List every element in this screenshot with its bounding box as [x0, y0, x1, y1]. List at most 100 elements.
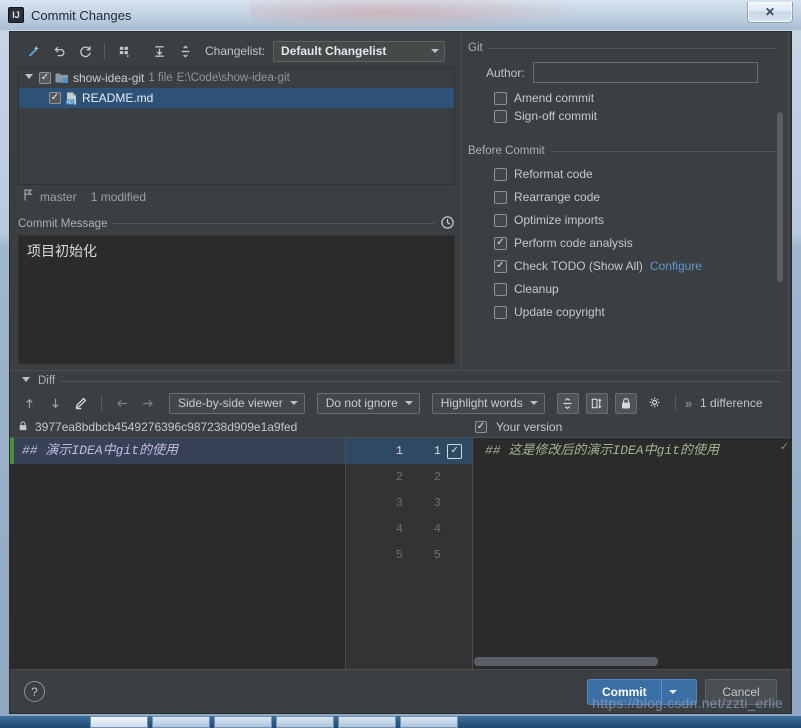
file-name: README.md	[82, 91, 153, 105]
update-copyright-row[interactable]: Update copyright	[494, 305, 787, 319]
cleanup-row[interactable]: Cleanup	[494, 282, 787, 296]
dialog-footer: ? Commit Cancel https://blog.csdn.net/zz…	[10, 669, 791, 713]
window-title: Commit Changes	[31, 8, 131, 23]
show-whitespace-icon[interactable]	[586, 393, 608, 414]
chevron-down-icon[interactable]	[23, 72, 35, 84]
diff-left-editor[interactable]: ## 演示IDEA中git的使用	[10, 438, 346, 669]
viewer-mode-select[interactable]: Side-by-side viewer	[169, 393, 305, 414]
ignore-mode-select[interactable]: Do not ignore	[317, 393, 420, 414]
arrow-right-icon[interactable]	[137, 392, 159, 414]
modified-marker-icon: ✓	[780, 440, 789, 453]
taskbar-item[interactable]	[152, 716, 210, 728]
commit-button[interactable]: Commit	[587, 679, 697, 705]
lock-icon	[18, 420, 28, 435]
optimize-imports-checkbox[interactable]	[494, 214, 507, 227]
taskbar-item[interactable]	[400, 716, 458, 728]
taskbar-item[interactable]	[276, 716, 334, 728]
gutter-left-num: 5	[346, 548, 403, 562]
expand-all-icon[interactable]	[147, 40, 171, 62]
taskbar-item[interactable]	[214, 716, 272, 728]
perform-code-analysis-checkbox[interactable]: ✓	[494, 237, 507, 250]
diff-section-title: Diff	[38, 375, 55, 387]
highlight-mode-value: Highlight words	[441, 396, 523, 410]
clock-history-icon[interactable]	[440, 215, 455, 233]
commit-message-label: Commit Message	[18, 218, 107, 230]
update-copyright-checkbox[interactable]	[494, 306, 507, 319]
rearrange-code-row[interactable]: Rearrange code	[494, 190, 787, 204]
diff-left-line-1: ## 演示IDEA中git的使用	[10, 438, 345, 464]
gutter-row: 2 2	[346, 464, 472, 490]
tree-row-file[interactable]: ✓ MD README.md	[19, 88, 454, 108]
check-todo-row[interactable]: ✓ Check TODO (Show All) Configure	[494, 259, 787, 273]
configure-todo-link[interactable]: Configure	[650, 259, 702, 273]
group-by-icon[interactable]	[112, 40, 136, 62]
changed-files-tree[interactable]: ✓ show-idea-git 1 file E:\Code\show-idea…	[18, 67, 455, 185]
chevron-down-icon	[290, 401, 298, 405]
chevron-down-icon[interactable]	[20, 375, 32, 387]
commit-message-header: Commit Message	[18, 213, 455, 235]
viewer-mode-value: Side-by-side viewer	[178, 396, 283, 410]
options-scrollbar[interactable]	[777, 64, 783, 364]
author-row: Author:	[486, 62, 787, 83]
optimize-imports-row[interactable]: Optimize imports	[494, 213, 787, 227]
help-button[interactable]: ?	[24, 681, 45, 702]
sign-off-commit-checkbox[interactable]	[494, 110, 507, 123]
cleanup-label: Cleanup	[514, 282, 559, 296]
reformat-code-row[interactable]: Reformat code	[494, 167, 787, 181]
modified-count: 1 modified	[91, 190, 146, 204]
cancel-button[interactable]: Cancel	[705, 679, 777, 705]
collapse-all-icon[interactable]	[173, 40, 197, 62]
amend-commit-row[interactable]: Amend commit	[494, 91, 787, 105]
arrow-down-icon[interactable]	[44, 392, 66, 414]
changelist-select[interactable]: Default Changelist	[273, 41, 445, 62]
highlight-mode-select[interactable]: Highlight words	[432, 393, 545, 414]
chevron-down-icon	[431, 49, 439, 53]
your-version-label: Your version	[496, 420, 562, 434]
root-file-count: 1 file	[148, 72, 172, 84]
close-icon[interactable]: ✕	[747, 2, 793, 23]
check-todo-checkbox[interactable]: ✓	[494, 260, 507, 273]
gutter-left-num: 1	[346, 444, 403, 458]
root-name: show-idea-git	[73, 71, 144, 85]
refresh-icon[interactable]	[73, 40, 97, 62]
tree-row-root[interactable]: ✓ show-idea-git 1 file E:\Code\show-idea…	[19, 68, 454, 88]
branch-name[interactable]: master	[40, 190, 77, 204]
chevrons-right-icon[interactable]: »	[685, 396, 692, 411]
perform-code-analysis-row[interactable]: ✓ Perform code analysis	[494, 236, 787, 250]
chevron-down-icon	[405, 401, 413, 405]
cleanup-checkbox[interactable]	[494, 283, 507, 296]
arrow-left-icon[interactable]	[111, 392, 133, 414]
gutter-row[interactable]: 1 1 ✓	[346, 438, 472, 464]
branch-icon	[22, 188, 34, 205]
author-label: Author:	[486, 66, 525, 80]
sign-off-commit-row[interactable]: Sign-off commit	[494, 109, 787, 123]
amend-commit-checkbox[interactable]	[494, 92, 507, 105]
lock-icon[interactable]	[615, 393, 637, 414]
file-checkbox[interactable]: ✓	[49, 92, 61, 104]
changelist-label: Changelist:	[205, 44, 265, 58]
diff-horizontal-scrollbar[interactable]	[474, 657, 781, 666]
arrow-up-icon[interactable]	[18, 392, 40, 414]
author-field[interactable]	[533, 62, 758, 83]
your-version-checkbox[interactable]: ✓	[475, 421, 487, 433]
taskbar-item[interactable]	[338, 716, 396, 728]
accept-change-checkbox[interactable]: ✓	[447, 444, 462, 459]
rearrange-code-label: Rearrange code	[514, 190, 600, 204]
chevron-down-icon[interactable]	[661, 680, 685, 704]
collapse-unchanged-icon[interactable]	[557, 393, 579, 414]
magic-wand-icon[interactable]	[21, 40, 45, 62]
top-split: Changelist: Default Changelist ✓	[10, 32, 791, 370]
diff-right-editor[interactable]: ## 这是修改后的演示IDEA中git的使用 ✓	[472, 438, 791, 669]
gutter-right-num: 3	[403, 496, 441, 510]
reformat-code-label: Reformat code	[514, 167, 593, 181]
rearrange-code-checkbox[interactable]	[494, 191, 507, 204]
revert-icon[interactable]	[47, 40, 71, 62]
gear-icon[interactable]	[644, 393, 666, 414]
windows-taskbar[interactable]	[0, 716, 801, 728]
reformat-code-checkbox[interactable]	[494, 168, 507, 181]
pencil-icon[interactable]	[70, 392, 92, 414]
root-checkbox[interactable]: ✓	[39, 72, 51, 84]
taskbar-item[interactable]	[90, 716, 148, 728]
commit-message-input[interactable]: 项目初始化	[18, 235, 455, 365]
gutter-right-num: 5	[403, 548, 441, 562]
